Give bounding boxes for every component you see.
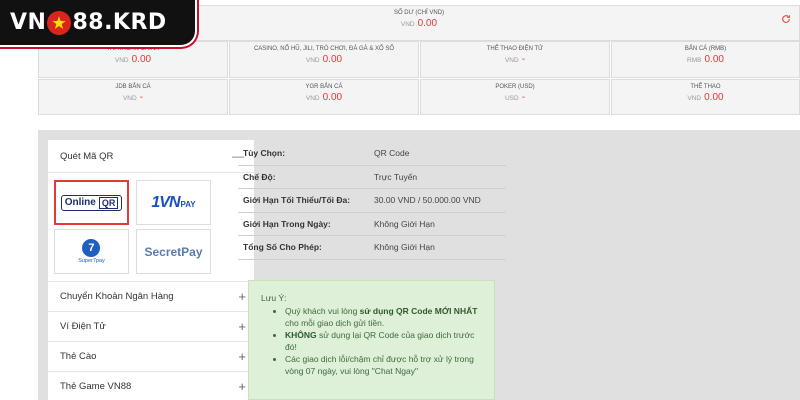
wallet-currency: VND <box>504 57 519 64</box>
sidebar-item-label: Chuyển Khoản Ngân Hàng <box>60 291 174 302</box>
notice-item: Quý khách vui lòng sử dụng QR Code MỚI N… <box>285 305 482 329</box>
wallet-value: - <box>521 92 526 103</box>
method-online-qr[interactable]: Online QR <box>54 180 129 225</box>
balance-value: 0.00 <box>417 18 438 29</box>
info-row-mode: Chế Độ: Trực Tuyến <box>238 166 506 189</box>
super7pay-logo: 7 Super7pay <box>78 239 105 264</box>
method-name: 1VN <box>151 193 180 211</box>
method-1vnpay[interactable]: 1VNPAY <box>136 180 211 225</box>
notice-list: Quý khách vui lòng sử dụng QR Code MỚI N… <box>285 305 482 377</box>
wallet-currency: VND <box>114 57 129 64</box>
wallet-currency: VND <box>122 95 137 102</box>
wallet-main-account[interactable]: TÀI KHOẢN CHÍNH VND 0.00 <box>38 41 228 78</box>
wallet-currency: VND <box>687 95 702 102</box>
method-sub: QR <box>98 196 119 209</box>
sidebar-item-game-card[interactable]: Thẻ Game VN88 + <box>48 371 254 400</box>
wallet-fishing-rmb[interactable]: BẮN CÁ (RMB) RMB 0.00 <box>611 41 800 78</box>
info-value: Trực Tuyến <box>374 171 418 182</box>
wallet-title: YGR BẮN CÁ <box>305 84 343 90</box>
expand-plus-icon[interactable]: + <box>238 379 246 394</box>
notice-text: cho mỗi giao dịch gửi tiền. <box>285 318 385 328</box>
notice-title: Lưu Ý: <box>261 293 287 303</box>
info-value: Không Giới Hạn <box>374 218 435 229</box>
wallet-value: 0.00 <box>322 92 343 103</box>
wallet-value: - <box>139 92 144 103</box>
sidebar-item-label: Ví Điện Tử <box>60 321 106 332</box>
qr-methods-grid: Online QR 1VNPAY 7 Super7pay SecretPay <box>48 173 254 281</box>
wallet-currency: VND <box>305 95 320 102</box>
wallet-currency: RMB <box>687 57 702 64</box>
info-label: Chế Độ: <box>243 171 276 182</box>
info-value: QR Code <box>374 148 410 159</box>
section-title: Quét Mã QR <box>60 150 114 162</box>
wallet-title: THỂ THAO <box>690 84 721 90</box>
deposit-info-table: Tùy Chọn: QR Code Chế Độ: Trực Tuyến Giớ… <box>238 142 506 260</box>
wallet-value: 0.00 <box>131 54 152 65</box>
sidebar-item-scratch-card[interactable]: Thẻ Cào + <box>48 341 254 371</box>
wallet-casino[interactable]: CASINO, NỔ HŨ, JILI, TRÒ CHƠI, ĐÁ GÀ & X… <box>229 41 419 78</box>
online-qr-logo: Online QR <box>60 194 123 211</box>
logo-text-left: VN <box>10 10 47 35</box>
balance-currency: VND <box>400 21 415 28</box>
wallet-poker-usd[interactable]: POKER (USD) USD - <box>420 79 610 115</box>
info-label: Tùy Chọn: <box>243 148 286 159</box>
method-name: Online <box>64 197 96 208</box>
info-value: Không Giới Hạn <box>374 242 435 253</box>
info-label: Giới Hạn Tối Thiểu/Tối Đa: <box>243 195 351 206</box>
wallet-value: 0.00 <box>322 54 343 65</box>
info-row-option: Tùy Chọn: QR Code <box>238 142 506 166</box>
notice-bold: KHÔNG <box>285 330 317 340</box>
info-value: 30.00 VND / 50.000.00 VND <box>374 195 481 206</box>
deposit-panel: Quét Mã QR — Online QR 1VNPAY 7 Super7pa… <box>38 130 800 400</box>
wallet-title: POKER (USD) <box>495 84 535 90</box>
notice-text: Các giao dịch lỗi/chậm chỉ được hỗ trợ x… <box>285 354 474 376</box>
method-secretpay[interactable]: SecretPay <box>136 229 211 274</box>
method-sub: Super7pay <box>78 258 105 264</box>
wallet-title: CASINO, NỔ HŨ, JILI, TRÒ CHƠI, ĐÁ GÀ & X… <box>253 46 395 52</box>
notice-bold: sử dụng QR Code MỚI NHẤT <box>359 306 478 316</box>
info-row-limits: Giới Hạn Tối Thiểu/Tối Đa: 30.00 VND / 5… <box>238 189 506 213</box>
wallet-value: - <box>521 54 526 65</box>
wallet-esports[interactable]: THỂ THAO ĐIỆN TỬ VND - <box>420 41 610 78</box>
sidebar-item-label: Thẻ Game VN88 <box>60 381 132 392</box>
method-sub: PAY <box>180 199 196 209</box>
info-label: Tổng Số Cho Phép: <box>243 242 322 253</box>
secretpay-logo: SecretPay <box>144 244 203 259</box>
notice-item: KHÔNG sử dụng lại QR Code của giao dịch … <box>285 329 482 353</box>
wallet-title: TÀI KHOẢN CHÍNH <box>106 46 160 52</box>
method-name: 7 <box>82 239 101 257</box>
wallet-value: 0.00 <box>704 54 724 65</box>
logo-text-right: 88.KRD <box>72 10 167 35</box>
site-logo[interactable]: VN 88.KRD <box>0 0 195 45</box>
star-flag-icon <box>47 10 72 35</box>
notice-text: Quý khách vui lòng <box>285 306 360 316</box>
wallet-currency: VND <box>305 57 320 64</box>
wallet-title: THỂ THAO ĐIỆN TỬ <box>486 46 544 52</box>
sidebar-item-bank-transfer[interactable]: Chuyển Khoản Ngân Hàng + <box>48 281 254 311</box>
wallet-sports[interactable]: THỂ THAO VND 0.00 <box>611 79 800 115</box>
method-super7pay[interactable]: 7 Super7pay <box>54 229 129 274</box>
info-row-total-allowed: Tổng Số Cho Phép: Không Giới Hạn <box>238 236 506 260</box>
expand-plus-icon[interactable]: + <box>238 289 246 304</box>
payment-method-sidebar: Quét Mã QR — Online QR 1VNPAY 7 Super7pa… <box>48 140 254 400</box>
refresh-icon[interactable] <box>781 14 791 27</box>
notice-item: Các giao dịch lỗi/chậm chỉ được hỗ trợ x… <box>285 353 482 377</box>
wallet-title: BẮN CÁ (RMB) <box>684 46 727 52</box>
info-label: Giới Hạn Trong Ngày: <box>243 218 331 229</box>
expand-plus-icon[interactable]: + <box>238 349 246 364</box>
1vnpay-logo: 1VNPAY <box>151 194 195 212</box>
wallet-value: 0.00 <box>704 92 724 103</box>
sidebar-section-qr[interactable]: Quét Mã QR — <box>48 140 254 173</box>
sidebar-item-e-wallet[interactable]: Ví Điện Tử + <box>48 311 254 341</box>
notice-box: Lưu Ý: Quý khách vui lòng sử dụng QR Cod… <box>248 280 495 400</box>
wallet-title: JDB BẮN CÁ <box>115 84 151 90</box>
expand-plus-icon[interactable]: + <box>238 319 246 334</box>
wallet-jdb-fishing[interactable]: JDB BẮN CÁ VND - <box>38 79 228 115</box>
sidebar-item-label: Thẻ Cào <box>60 351 97 362</box>
info-row-daily-limit: Giới Hạn Trong Ngày: Không Giới Hạn <box>238 213 506 236</box>
wallet-ygr-fishing[interactable]: YGR BẮN CÁ VND 0.00 <box>229 79 419 115</box>
wallet-currency: USD <box>504 95 519 102</box>
